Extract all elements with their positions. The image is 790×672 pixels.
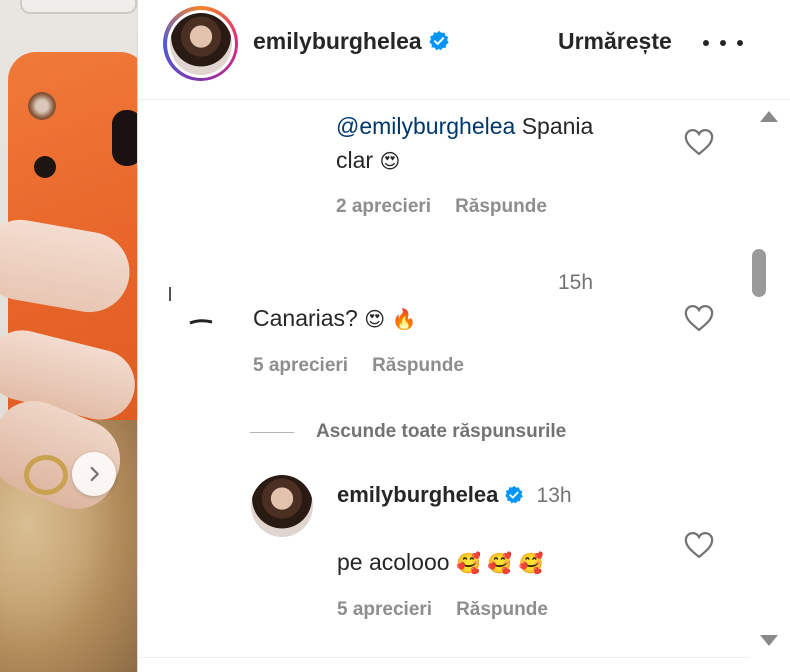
comment-time: 15h [558, 271, 594, 294]
story-ring[interactable] [163, 6, 238, 81]
like-heart-icon[interactable] [684, 304, 714, 332]
scroll-up-arrow-icon[interactable] [760, 111, 778, 122]
scroll-down-arrow-icon[interactable] [760, 635, 778, 646]
reply-text: pe acolooo 🥰 🥰 🥰 [337, 549, 544, 575]
verified-badge-icon [429, 30, 449, 51]
bottom-divider [138, 657, 750, 658]
avatar [169, 12, 232, 75]
photo-frame-edge [20, 0, 137, 14]
scrollbar[interactable] [750, 101, 790, 672]
mention-link[interactable]: @emilyburghelea [336, 113, 515, 139]
scroll-thumb[interactable] [752, 249, 766, 297]
comment-meta: 2 aprecieri Răspunde [336, 196, 547, 218]
carousel-next-button[interactable] [72, 452, 116, 496]
reply-button[interactable]: Răspunde [372, 355, 464, 376]
fire-emoji: 🔥 [391, 307, 417, 331]
heart-eyes-emoji: 😍 [364, 307, 386, 331]
ring [24, 455, 68, 495]
follow-button[interactable]: Urmărește [558, 28, 672, 55]
reply-username[interactable]: emilyburghelea 13h [337, 482, 572, 508]
comment-meta: 5 aprecieri Răspunde [253, 355, 464, 377]
hide-replies-button[interactable]: Ascunde toate răspunsurile [250, 419, 566, 445]
camera-flash [34, 156, 56, 178]
avatar[interactable] [251, 475, 313, 537]
like-heart-icon[interactable] [684, 531, 714, 559]
more-options-icon[interactable] [703, 28, 743, 58]
post-photo [0, 0, 137, 672]
commenter-avatar-partial [169, 287, 213, 325]
hide-replies-label[interactable]: Ascunde toate răspunsurile [316, 421, 566, 443]
username-text[interactable]: emilyburghelea [253, 28, 422, 54]
likes-count[interactable]: 5 aprecieri [337, 599, 432, 620]
reply-button[interactable]: Răspunde [455, 196, 547, 217]
post-header: emilyburghelea Urmărește [138, 0, 790, 100]
likes-count[interactable]: 2 aprecieri [336, 196, 431, 217]
reply-meta: 5 aprecieri Răspunde [337, 599, 548, 621]
heart-eyes-emoji: 😍 [379, 149, 401, 173]
divider-line [250, 431, 294, 433]
comment-text: Canarias? 😍 🔥 [253, 305, 417, 331]
verified-badge-icon [505, 485, 524, 504]
comment-text: @emilyburghelea Spania clar 😍 [336, 113, 594, 173]
reply-button[interactable]: Răspunde [456, 599, 548, 620]
comments-list[interactable]: @emilyburghelea Spania clar 😍 2 aprecier… [138, 101, 750, 657]
header-username[interactable]: emilyburghelea [253, 28, 450, 55]
camera-lens-dark [112, 110, 137, 166]
camera-lens [28, 92, 56, 120]
likes-count[interactable]: 5 aprecieri [253, 355, 348, 376]
reply-time: 13h [536, 484, 572, 507]
chevron-right-icon [90, 466, 99, 482]
like-heart-icon[interactable] [684, 128, 714, 156]
smiling-hearts-emoji: 🥰 🥰 🥰 [455, 551, 544, 575]
